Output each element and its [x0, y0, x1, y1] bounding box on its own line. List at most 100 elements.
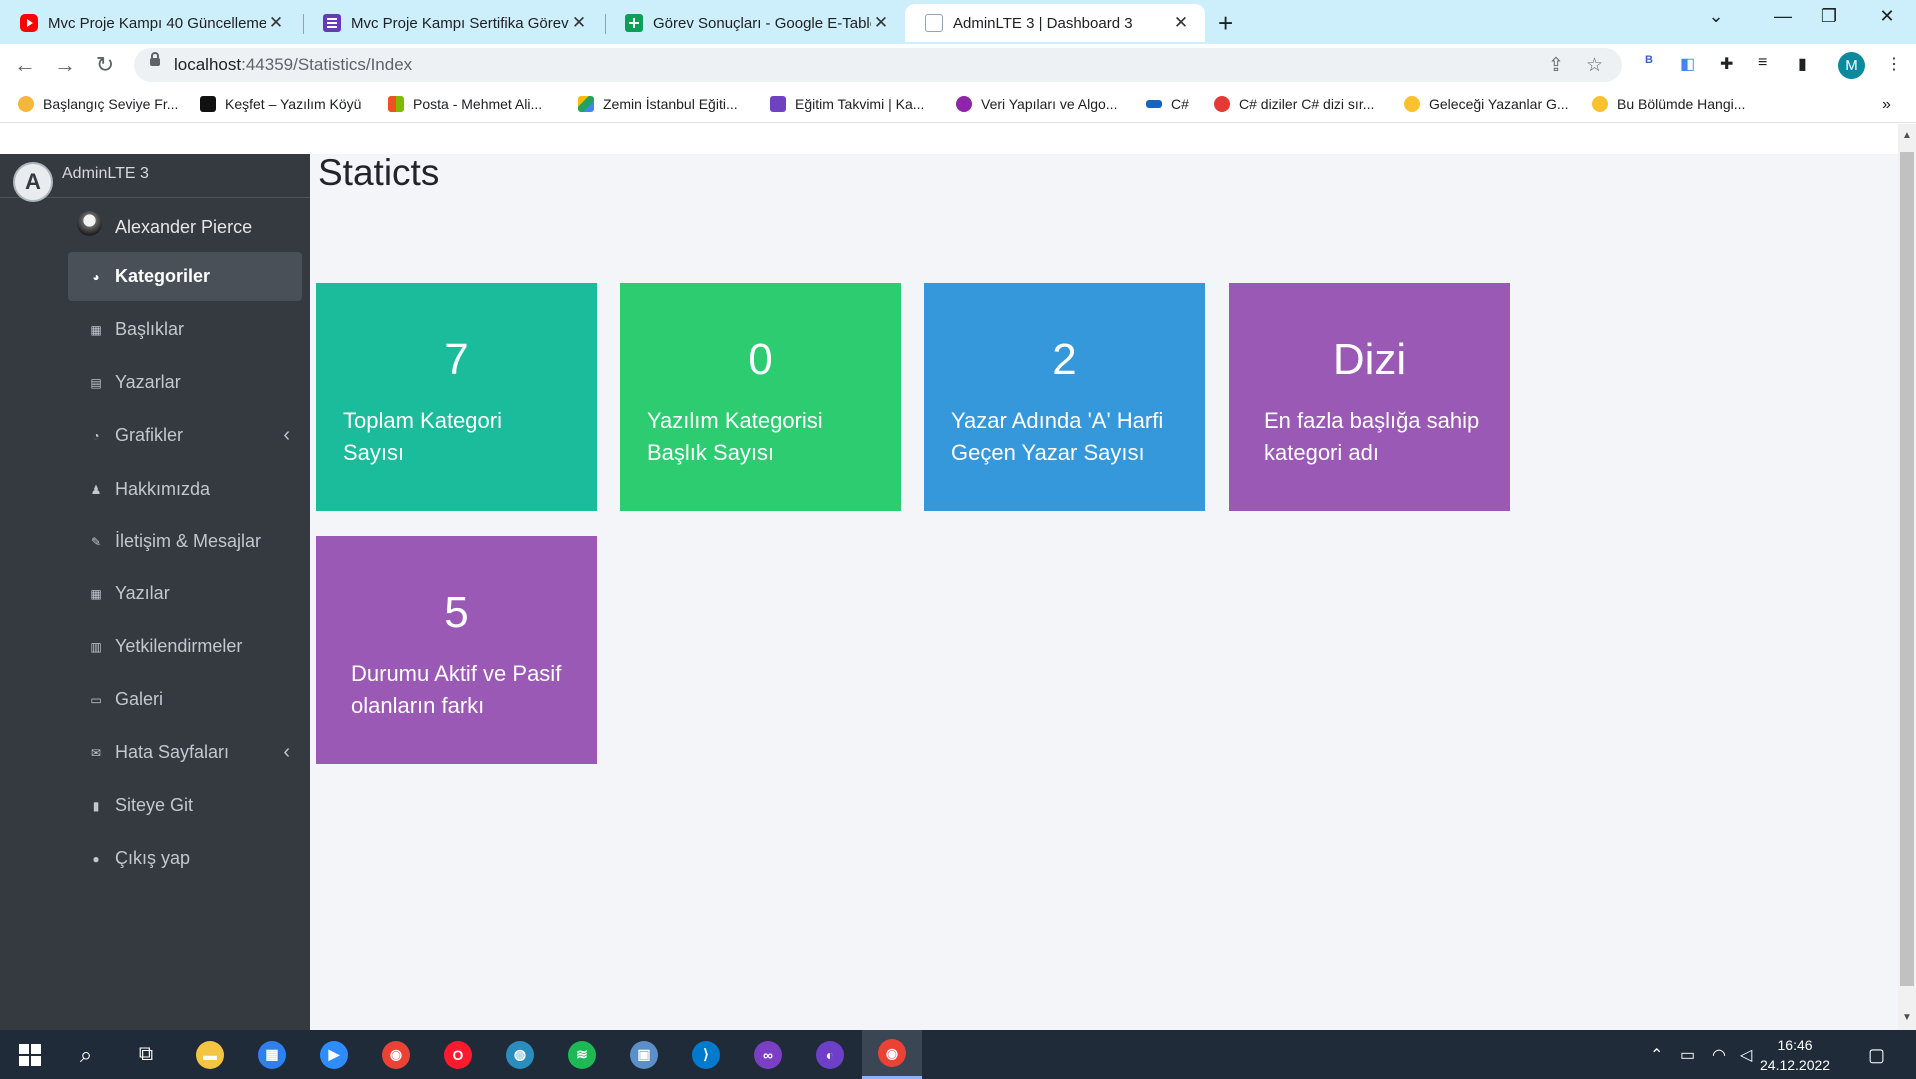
- url-text[interactable]: localhost:44359/Statistics/Index: [174, 55, 412, 75]
- visual-studio-icon[interactable]: ∞: [738, 1030, 798, 1079]
- address-bar[interactable]: localhost:44359/Statistics/Index ⇪ ☆: [134, 48, 1622, 82]
- profile-avatar[interactable]: M: [1838, 52, 1865, 79]
- github-icon[interactable]: ◐: [800, 1030, 860, 1079]
- bookmark-item[interactable]: Başlangıç Seviye Fr...: [18, 96, 178, 112]
- browser-tab-2[interactable]: Mvc Proje Kampı Sertifika Görev ✕: [303, 4, 603, 42]
- file-explorer-icon[interactable]: ▬: [180, 1030, 240, 1079]
- store-icon[interactable]: ▦: [242, 1030, 302, 1079]
- tray-chevron-icon[interactable]: ⌃: [1650, 1045, 1663, 1065]
- scroll-down-icon[interactable]: ▼: [1902, 1012, 1912, 1023]
- menu-kebab-icon[interactable]: ⋮: [1886, 54, 1902, 74]
- close-icon[interactable]: ✕: [871, 13, 891, 33]
- brand-link[interactable]: A AdminLTE 3: [0, 154, 310, 202]
- page-scrollbar[interactable]: ▲ ▼: [1898, 124, 1916, 1030]
- wifi-icon[interactable]: ◠: [1712, 1045, 1726, 1065]
- envelope-icon: ✉: [90, 745, 102, 760]
- bookmark-item[interactable]: Posta - Mehmet Ali...: [388, 96, 542, 112]
- side-panel-icon[interactable]: ▮: [1798, 54, 1807, 74]
- restore-icon[interactable]: ❐: [1806, 6, 1852, 27]
- sidebar-item-hakkımızda[interactable]: ♟ Hakkımızda: [68, 465, 302, 514]
- close-icon[interactable]: ✕: [1171, 13, 1191, 33]
- minimize-icon[interactable]: —: [1760, 6, 1806, 27]
- image-icon: ▭: [90, 692, 102, 707]
- chart-pie-icon: ◔: [92, 428, 100, 443]
- chrome-profile-icon[interactable]: ◉: [862, 1030, 922, 1079]
- bookmark-label: Veri Yapıları ve Algo...: [981, 96, 1118, 112]
- bookmark-favicon-icon: [1404, 96, 1420, 112]
- sidebar-item-label: Başlıklar: [115, 319, 185, 339]
- volume-icon[interactable]: ◁: [1740, 1045, 1752, 1065]
- sidebar-item-galeri[interactable]: ▭ Galeri: [68, 675, 302, 724]
- sidebar-item-grafikler[interactable]: ◔ Grafikler ‹: [68, 411, 302, 460]
- bookmark-item[interactable]: Eğitim Takvimi | Ka...: [770, 96, 924, 112]
- taskbar-app-glyph: ▦: [258, 1040, 286, 1069]
- sidebar-item-siteye-git[interactable]: ▮ Siteye Git: [68, 781, 302, 830]
- remote-desktop-icon[interactable]: ▣: [614, 1030, 674, 1079]
- extensions-puzzle-icon[interactable]: ✚: [1720, 54, 1733, 74]
- forward-icon[interactable]: →: [50, 52, 80, 78]
- stat-label: En fazla başlığa sahip kategori adı: [1264, 408, 1480, 465]
- stat-value: Dizi: [1332, 335, 1407, 384]
- zoom-icon[interactable]: ▶: [304, 1030, 364, 1079]
- browser-tab-3[interactable]: Görev Sonuçları - Google E-Tablo ✕: [605, 4, 905, 42]
- task-view-icon[interactable]: ⧉: [116, 1030, 176, 1079]
- search-icon[interactable]: ⌕: [56, 1030, 116, 1079]
- windows-start-icon[interactable]: [0, 1030, 60, 1079]
- reload-icon[interactable]: ↻: [90, 52, 120, 78]
- sidebar: A AdminLTE 3 Alexander Pierce ◕ Kategoril…: [0, 154, 310, 1030]
- bookmark-item[interactable]: Zemin İstanbul Eğiti...: [578, 96, 738, 112]
- sidebar-item-kategoriler[interactable]: ◕ Kategoriler: [68, 252, 302, 301]
- dashboard-icon: ◕: [92, 269, 100, 284]
- sidebar-item-yazılar[interactable]: ▦ Yazılar: [68, 569, 302, 618]
- scroll-thumb[interactable]: [1900, 152, 1914, 986]
- taskbar-app-glyph: ◉: [382, 1040, 410, 1069]
- sidebar-item-yetkilendirmeler[interactable]: ▥ Yetkilendirmeler: [68, 622, 302, 671]
- bookmark-star-icon[interactable]: ☆: [1586, 54, 1603, 77]
- lock-icon[interactable]: [150, 52, 160, 66]
- sidebar-item-hata-sayfaları[interactable]: ✉ Hata Sayfaları ‹: [68, 728, 302, 777]
- bookmark-item[interactable]: C# diziler C# dizi sır...: [1214, 96, 1374, 112]
- sidebar-item-label: Grafikler: [115, 425, 184, 445]
- spotify-icon[interactable]: ≋: [552, 1030, 612, 1079]
- extension-b-icon[interactable]: B: [1645, 54, 1653, 66]
- sidebar-item-label: Yazarlar: [115, 372, 181, 392]
- window-close-icon[interactable]: ✕: [1864, 6, 1910, 27]
- sidebar-item-yazarlar[interactable]: ▤ Yazarlar: [68, 358, 302, 407]
- sidebar-item-i-letişim-mesajlar[interactable]: ✎ İletişim & Mesajlar: [68, 517, 302, 566]
- new-tab-icon[interactable]: +: [1218, 8, 1233, 39]
- browser-tab-active[interactable]: AdminLTE 3 | Dashboard 3 ✕: [905, 4, 1205, 42]
- tab-search-icon[interactable]: ⌄: [1693, 6, 1739, 27]
- reading-list-icon[interactable]: ≡: [1758, 54, 1767, 72]
- bookmark-item[interactable]: Veri Yapıları ve Algo...: [956, 96, 1117, 112]
- scroll-up-icon[interactable]: ▲: [1902, 130, 1912, 141]
- vscode-icon[interactable]: ⟩: [676, 1030, 736, 1079]
- bookmark-item[interactable]: Bu Bölümde Hangi...: [1592, 96, 1745, 112]
- search-app-icon[interactable]: ◍: [490, 1030, 550, 1079]
- opera-icon[interactable]: O: [428, 1030, 488, 1079]
- bookmarks-overflow-icon[interactable]: »: [1882, 96, 1891, 114]
- chrome-icon[interactable]: ◉: [366, 1030, 426, 1079]
- battery-icon[interactable]: ▭: [1680, 1045, 1695, 1065]
- stat-label: Yazar Adında 'A' Harfi Geçen Yazar Sayıs…: [951, 408, 1164, 465]
- btk-icon: [1146, 100, 1162, 108]
- user-name[interactable]: Alexander Pierce: [115, 217, 252, 238]
- drive-icon: [578, 96, 594, 112]
- stat-value: 0: [748, 335, 773, 384]
- bookmark-item[interactable]: Geleceği Yazanlar G...: [1404, 96, 1569, 112]
- sidebar-item-başlıklar[interactable]: ▦ Başlıklar: [68, 305, 302, 354]
- share-icon[interactable]: ⇪: [1548, 54, 1564, 77]
- chevron-left-icon[interactable]: ‹: [283, 424, 290, 447]
- bookmark-favicon-icon: [770, 96, 786, 112]
- notification-icon[interactable]: ▢: [1868, 1045, 1885, 1066]
- close-icon[interactable]: ✕: [569, 13, 589, 33]
- bookmark-item[interactable]: C#: [1146, 96, 1189, 112]
- bookmark-favicon-icon: [200, 96, 216, 112]
- chevron-left-icon[interactable]: ‹: [283, 741, 290, 764]
- back-icon[interactable]: ←: [10, 52, 40, 78]
- system-clock[interactable]: 16:46 24.12.2022: [1760, 1035, 1830, 1075]
- translate-icon[interactable]: ◧: [1680, 54, 1695, 74]
- close-icon[interactable]: ✕: [266, 13, 286, 33]
- sidebar-item-çıkış-yap[interactable]: ● Çıkış yap: [68, 834, 302, 883]
- bookmark-item[interactable]: Keşfet – Yazılım Köyü: [200, 96, 361, 112]
- browser-tab-1[interactable]: Mvc Proje Kampı 40 Güncelleme ✕: [0, 4, 300, 42]
